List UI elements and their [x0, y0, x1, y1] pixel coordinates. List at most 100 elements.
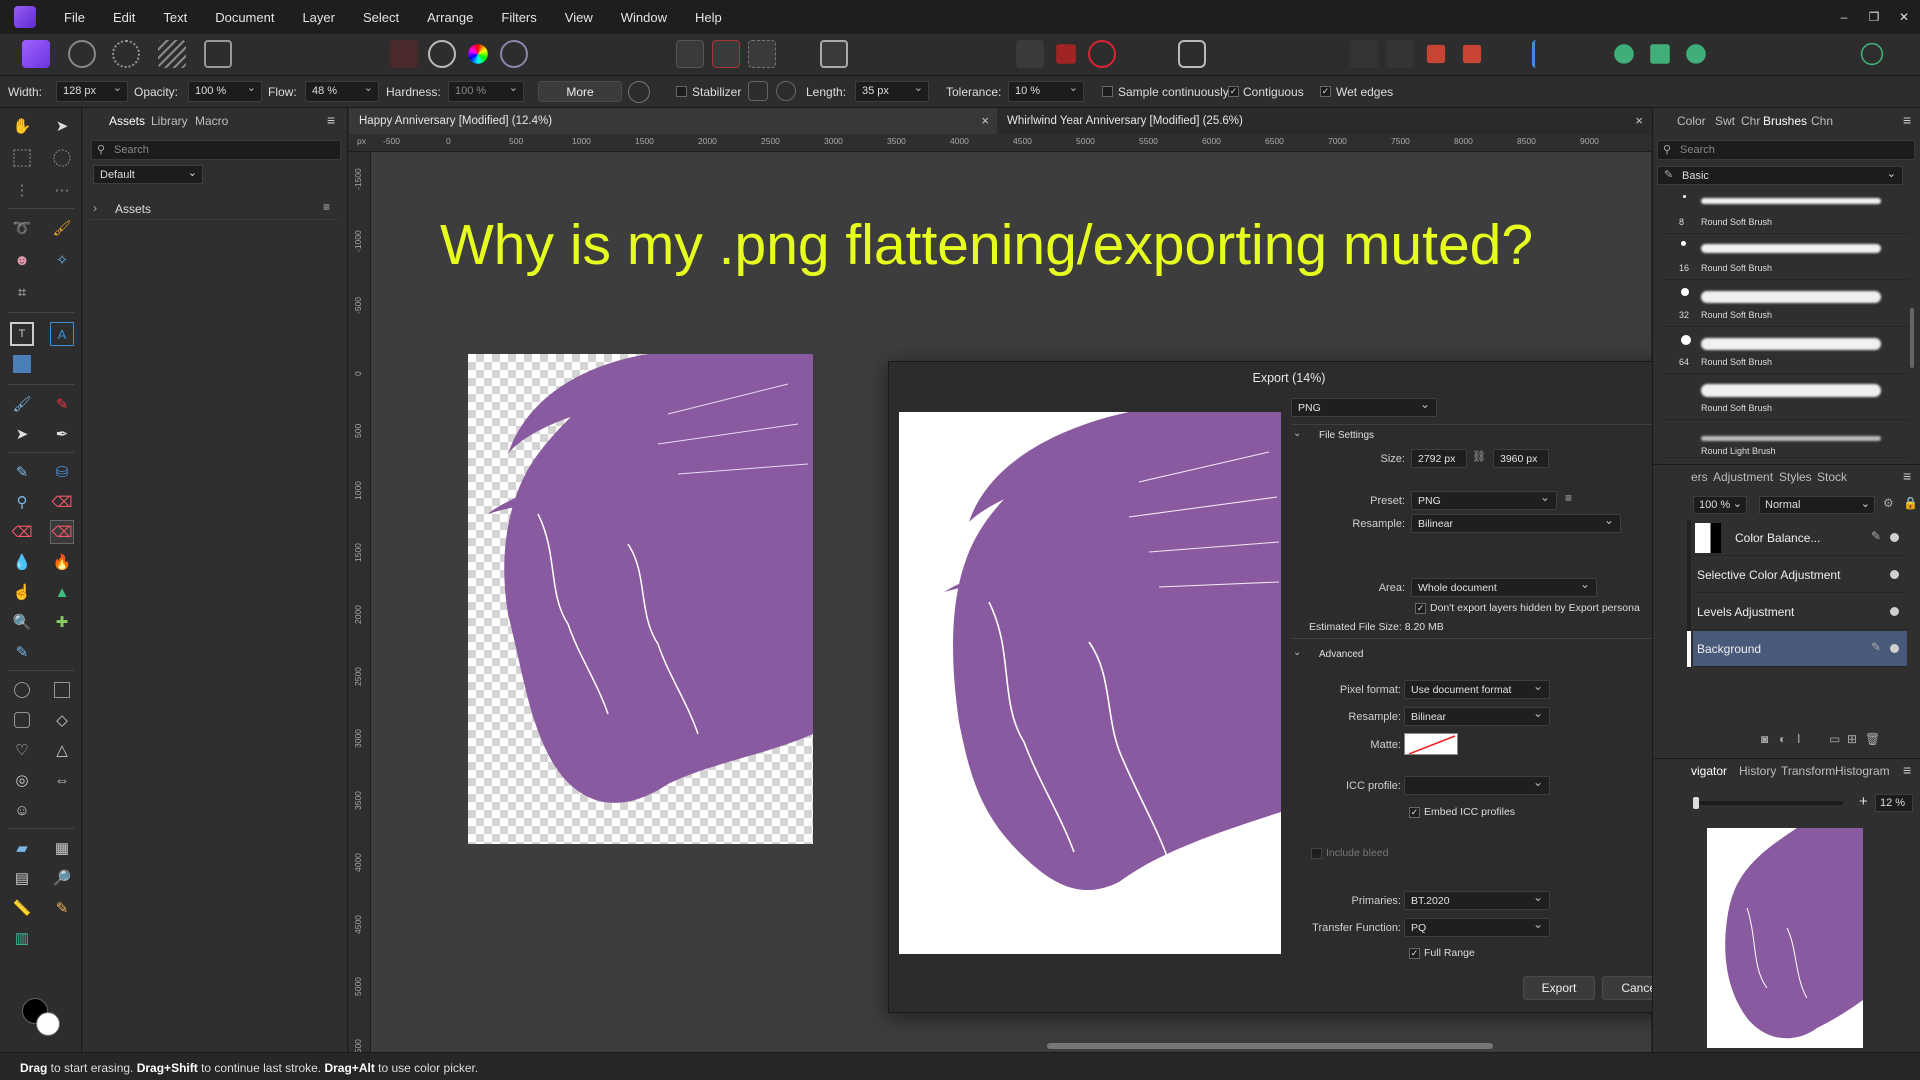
tab-character[interactable]: Chr — [1741, 114, 1760, 128]
embed-icc-checkbox[interactable]: ✓ — [1409, 807, 1420, 818]
edit-layer-icon[interactable]: ✎ — [1871, 640, 1881, 654]
blend-mode-select[interactable]: Normal ⌄ — [1759, 496, 1875, 514]
resample-select[interactable]: Bilinear — [1411, 513, 1621, 533]
include-bleed-checkbox[interactable] — [1311, 848, 1322, 859]
tab-channels[interactable]: Chn — [1811, 114, 1833, 128]
menu-help[interactable]: Help — [681, 10, 736, 25]
layer-opacity-field[interactable]: 100 % ⌄ — [1693, 496, 1747, 514]
tolerance-field[interactable]: 10 % — [1008, 81, 1084, 102]
arrange-back-icon[interactable] — [1350, 40, 1378, 68]
icc-profile-select[interactable] — [1404, 775, 1550, 795]
tab-styles[interactable]: Styles — [1779, 470, 1812, 484]
mesh-warp-icon[interactable]: ▦ — [50, 836, 74, 860]
arrange-top-icon[interactable] — [1462, 44, 1482, 64]
stabilizer-checkbox[interactable] — [676, 86, 687, 97]
hand-tool-icon[interactable]: ✋ — [10, 114, 34, 138]
sample-continuously-checkbox[interactable] — [1102, 86, 1113, 97]
edit-layer-icon[interactable]: ✎ — [1871, 529, 1881, 543]
paint-brush-tool-icon[interactable]: 🖌 — [10, 392, 34, 416]
tab-happy-anniversary[interactable]: Happy Anniversary [Modified] (12.4%) × — [349, 108, 997, 134]
arrange-forward-icon[interactable] — [1386, 40, 1414, 68]
menu-arrange[interactable]: Arrange — [413, 10, 487, 25]
auto-levels-icon[interactable] — [390, 40, 418, 68]
tab-swatches[interactable]: Swt — [1715, 114, 1735, 128]
canvas-horizontal-scrollbar[interactable] — [1047, 1043, 1493, 1049]
arrange-front-icon[interactable] — [1426, 44, 1446, 64]
assets-category-select[interactable]: Default ⌄ — [93, 165, 203, 184]
window-mode-icon[interactable] — [776, 81, 796, 101]
burn-brush-icon[interactable]: 🔥 — [50, 550, 74, 574]
liquify-persona-icon[interactable] — [68, 40, 96, 68]
smart-select-icon[interactable]: ✧ — [50, 248, 74, 272]
flood-fill-eraser-icon[interactable]: ⌫ — [50, 520, 74, 544]
vertical-ruler[interactable]: -1500 -1000 -500 0 500 1000 1500 2000 2500 3000 35… — [349, 152, 371, 1052]
eraser-tool-icon[interactable]: ⌫ — [50, 490, 74, 514]
fill-tool-icon[interactable]: ⛁ — [50, 460, 74, 484]
clone-brush-icon[interactable]: ⚲ — [10, 490, 34, 514]
tab-stock[interactable]: Stock — [1817, 470, 1847, 484]
rectangular-marquee-icon[interactable] — [13, 149, 31, 167]
zoom-in-button[interactable]: + — [1859, 793, 1868, 810]
tab-macro[interactable]: Macro — [195, 114, 228, 128]
artistic-text-tool-icon[interactable]: A — [50, 322, 74, 346]
double-arrow-tool-icon[interactable]: ⇔ — [50, 768, 74, 792]
menu-filters[interactable]: Filters — [487, 10, 550, 25]
frame-text-tool-icon[interactable]: T — [10, 322, 34, 346]
export-button[interactable]: Export — [1523, 976, 1595, 1000]
visibility-icon[interactable] — [1890, 607, 1899, 616]
menu-edit[interactable]: Edit — [99, 10, 149, 25]
menu-select[interactable]: Select — [349, 10, 413, 25]
red-eye-tool-icon[interactable]: ✎ — [10, 640, 34, 664]
perspective-tool-icon[interactable]: ▤ — [10, 866, 34, 890]
file-settings-header[interactable]: File Settings — [1319, 430, 1374, 441]
snapping-icon[interactable] — [1056, 44, 1076, 64]
adv-resample-select[interactable]: Bilinear — [1404, 706, 1550, 726]
brush-item[interactable]: 8 Round Soft Brush — [1661, 190, 1909, 234]
heart-tool-icon[interactable]: ♡ — [10, 738, 34, 762]
preset-menu-icon[interactable]: ≡ — [1565, 491, 1572, 505]
brush-item[interactable]: Round Soft Brush — [1661, 376, 1909, 420]
ellipse-tool-icon[interactable] — [14, 682, 30, 698]
gear-icon[interactable]: ⚙ — [1883, 496, 1894, 510]
brush-category-select[interactable]: ✎ Basic ⌄ — [1657, 166, 1903, 185]
freehand-selection-icon[interactable]: ➰ — [10, 216, 34, 240]
boolean-add-icon[interactable] — [1614, 44, 1634, 64]
area-select[interactable]: Whole document — [1411, 577, 1597, 597]
node-tool-icon[interactable]: ➤ — [10, 422, 34, 446]
brush-item[interactable]: 32 Round Soft Brush — [1661, 283, 1909, 327]
column-marquee-icon[interactable]: ⋮ — [10, 178, 34, 202]
crop-tool-icon[interactable]: ⌗ — [10, 280, 34, 304]
format-select[interactable]: PNG — [1291, 397, 1437, 417]
opacity-field[interactable]: 100 % — [188, 81, 262, 102]
group-menu-icon[interactable]: ≡ — [323, 200, 330, 214]
zoom-slider[interactable] — [1693, 797, 1843, 809]
tab-histogram[interactable]: Histogram — [1835, 764, 1890, 778]
filter-icon[interactable]: Ⅰ — [1797, 732, 1801, 746]
zoom-tool-icon[interactable]: 🔍 — [10, 610, 34, 634]
panel-menu-icon[interactable]: ≡ — [327, 112, 335, 128]
export-width-field[interactable]: 2792 px — [1411, 449, 1467, 468]
navigator-preview[interactable] — [1707, 828, 1863, 1048]
transfer-function-select[interactable]: PQ — [1404, 917, 1550, 937]
deselect-icon[interactable] — [712, 40, 740, 68]
elliptical-marquee-icon[interactable] — [53, 149, 71, 167]
visibility-icon[interactable] — [1890, 644, 1899, 653]
menu-view[interactable]: View — [551, 10, 607, 25]
menu-window[interactable]: Window — [607, 10, 681, 25]
contiguous-checkbox[interactable]: ✓ — [1228, 86, 1239, 97]
minimize-button[interactable]: – — [1830, 0, 1858, 34]
area-tool-icon[interactable]: ▥ — [10, 926, 34, 950]
trash-icon[interactable]: 🗑 — [1865, 732, 1880, 746]
gradient-tool-icon[interactable]: ▰ — [10, 836, 34, 860]
inpainting-brush-icon[interactable]: ✚ — [50, 610, 74, 634]
force-pixel-alignment-icon[interactable] — [1088, 40, 1116, 68]
panel-menu-icon[interactable]: ≡ — [1903, 112, 1911, 128]
menu-layer[interactable]: Layer — [288, 10, 349, 25]
mask-icon[interactable]: ◙ — [1761, 732, 1768, 746]
flood-select-icon[interactable]: ☻ — [10, 248, 34, 272]
full-range-checkbox[interactable]: ✓ — [1409, 948, 1420, 959]
row-marquee-icon[interactable]: ⋯ — [50, 178, 74, 202]
pen-tool-icon[interactable]: ✒ — [50, 422, 74, 446]
panel-menu-icon[interactable]: ≡ — [1903, 468, 1911, 484]
help-icon[interactable] — [1178, 40, 1206, 68]
